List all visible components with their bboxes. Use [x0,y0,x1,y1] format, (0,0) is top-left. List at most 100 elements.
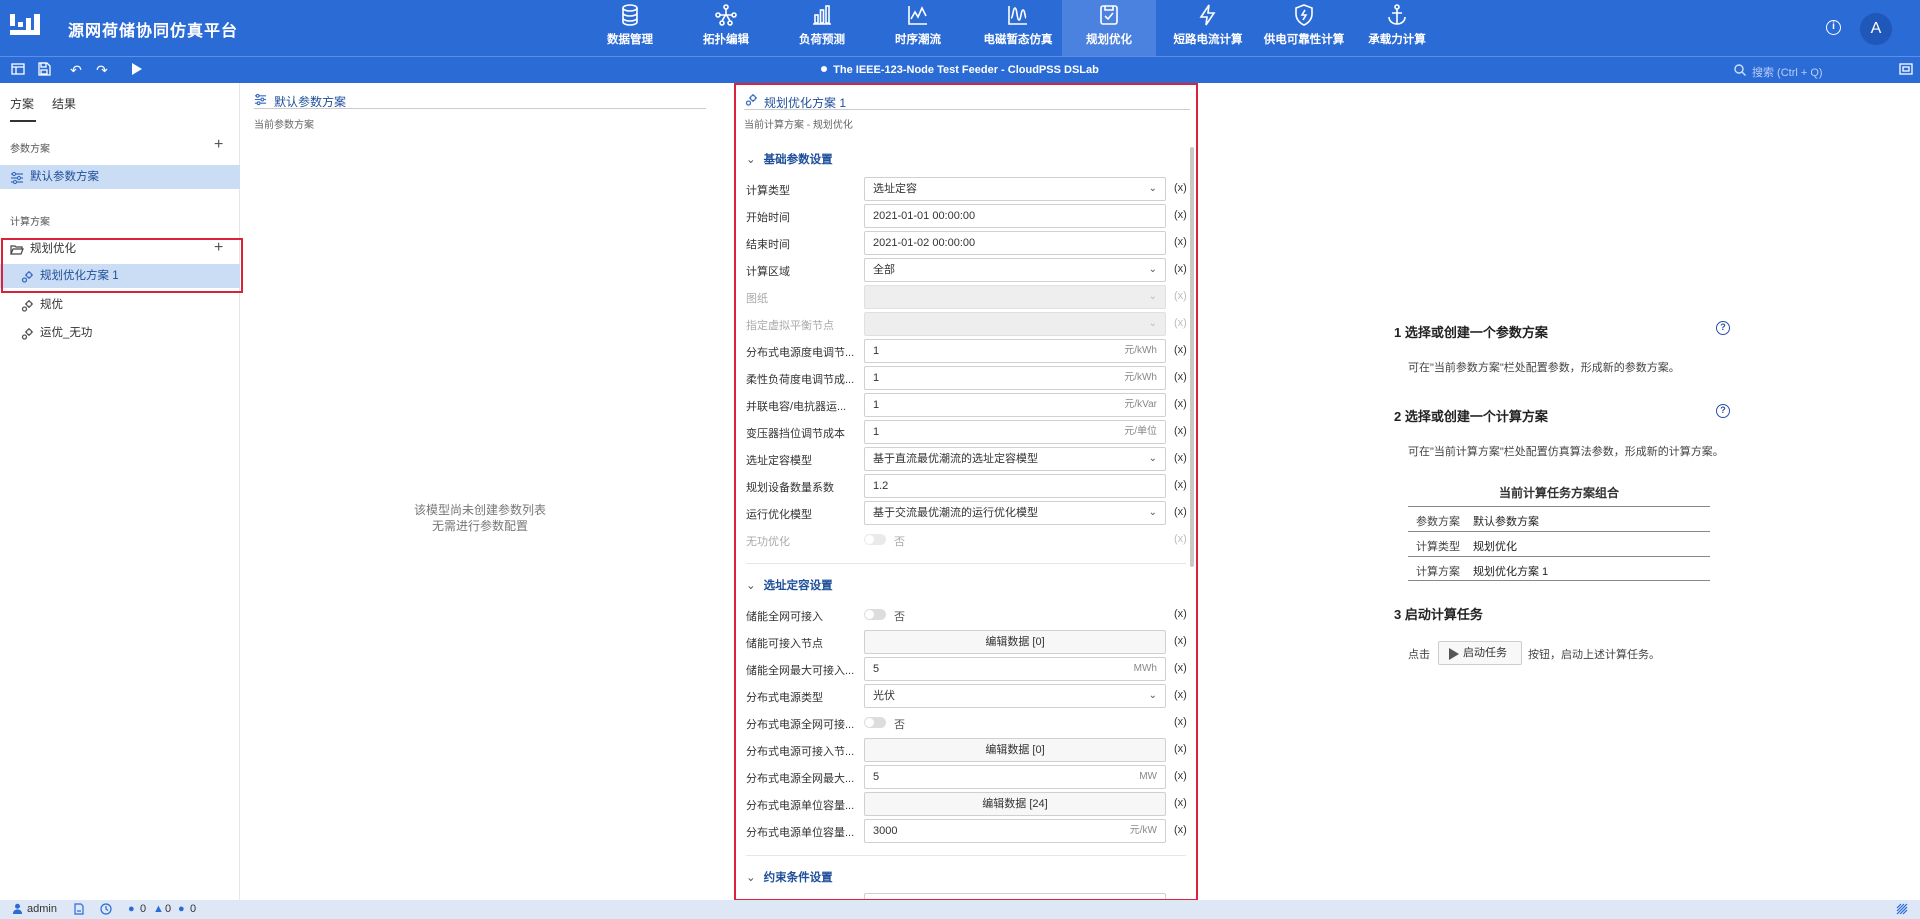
calc-area-select[interactable]: 全部 ⌄ [864,258,1166,282]
edit-data-button[interactable]: 编辑数据 [24] [864,792,1166,816]
fx-button[interactable]: (x) [1174,770,1187,782]
start-time-input[interactable]: 2021-01-01 00:00:00 [864,204,1166,228]
edit-data-button[interactable]: 编辑数据 [0] [864,738,1166,762]
end-time-input[interactable]: 2021-01-02 00:00:00 [864,231,1166,255]
fx-button[interactable]: (x) [1174,506,1187,518]
field-label: 选址定容模型 [746,455,812,467]
fx-button[interactable]: (x) [1174,743,1187,755]
dg-type-select[interactable]: 光伏 ⌄ [864,684,1166,708]
group-label: 基础参数设置 [763,154,833,166]
fx-button[interactable]: (x) [1174,824,1187,836]
storage-all-toggle[interactable] [864,609,886,620]
chevron-down-icon: ⌄ [1148,264,1157,275]
nav-planning-optimization[interactable]: 规划优化 [1062,0,1156,56]
group-constraints[interactable]: ⌄ 约束条件设置 [746,869,833,885]
fx-button[interactable]: (x) [1174,344,1187,356]
fx-button[interactable]: (x) [1174,182,1187,194]
nav-label: 供电可靠性计算 [1263,34,1345,46]
guide-step-3-post: 按钮，启动上述计算任务。 [1528,649,1660,661]
field-unit: MWh [1133,663,1157,674]
edit-data-button[interactable]: 编辑数据 [0] [864,630,1166,654]
fx-button[interactable]: (x) [1174,797,1187,809]
dg-unit-cost-input[interactable]: 3000 元/kW [864,819,1166,843]
flex-load-cost-input[interactable]: 1 元/kWh [864,366,1166,390]
help-icon[interactable]: ? [1716,321,1730,335]
fx-button[interactable]: (x) [1174,263,1187,275]
history-icon[interactable] [100,903,112,915]
sidebar-item-guiyou[interactable]: 规优 [0,293,240,317]
info-icon[interactable]: i [1826,20,1841,35]
info-count[interactable]: 0 [190,903,196,915]
fx-button: (x) [1174,317,1187,329]
fx-button[interactable]: (x) [1174,425,1187,437]
nav-load-forecast[interactable]: 负荷预测 [785,0,859,56]
combo-row: 计算方案 规划优化方案 1 [1408,556,1710,581]
field-device-coef: 规划设备数量系数 1.2 (x) [746,474,1187,498]
fx-button[interactable]: (x) [1174,716,1187,728]
field-label: 图纸 [746,293,768,305]
fx-button[interactable]: (x) [1174,371,1187,383]
field-storage-nodes: 储能可接入节点 编辑数据 [0] (x) [746,630,1187,654]
operation-model-select[interactable]: 基于交流最优潮流的运行优化模型 ⌄ [864,501,1166,525]
warning-count[interactable]: 0 [165,903,171,915]
fx-button[interactable]: (x) [1174,398,1187,410]
add-param-scheme-icon[interactable]: + [214,137,223,153]
tab-scheme[interactable]: 方案 [10,95,34,112]
empty-state: 该模型尚未创建参数列表 无需进行参数配置 [240,502,720,534]
sidebar-item-default-params[interactable]: 默认参数方案 [0,165,240,189]
field-value: 基于直流最优潮流的选址定容模型 [873,453,1038,465]
sidebar-item-label: 规优 [40,299,63,311]
group-siting-settings[interactable]: ⌄ 选址定容设置 [746,577,833,593]
field-unit: 元/kVar [1124,399,1157,410]
tab-results[interactable]: 结果 [52,95,76,112]
field-dg-unit-cap: 分布式电源单位容量... 编辑数据 [24] (x) [746,792,1187,816]
nav-short-circuit[interactable]: 短路电流计算 [1166,0,1250,56]
error-count[interactable]: 0 [140,903,146,915]
guide-step-3-title: 3 启动计算任务 [1394,607,1483,622]
layers-icon[interactable] [1896,903,1908,915]
calc-type-select[interactable]: 选址定容 ⌄ [864,177,1166,201]
sidebar-item-yunyou[interactable]: 运优_无功 [0,321,240,345]
dg-all-toggle[interactable] [864,717,886,728]
device-coef-input[interactable]: 1.2 [864,474,1166,498]
fx-button[interactable]: (x) [1174,209,1187,221]
fx-button[interactable]: (x) [1174,236,1187,248]
field-value: 全部 [873,264,895,276]
search-input[interactable]: 搜索 (Ctrl + Q) [1734,63,1900,79]
fx-button[interactable]: (x) [1174,608,1187,620]
sd-card-icon[interactable] [74,903,86,915]
fullscreen-icon[interactable] [1898,62,1914,78]
document-title-text: The IEEE-123-Node Test Feeder - CloudPSS… [833,64,1099,76]
nav-timeseries-flow[interactable]: 时序潮流 [881,0,955,56]
nav-hosting-capacity[interactable]: 承载力计算 [1360,0,1434,56]
dg-max-input[interactable]: 5 MW [864,765,1166,789]
tap-cost-input[interactable]: 1 元/单位 [864,420,1166,444]
avatar[interactable]: A [1860,13,1892,45]
nav-topology-edit[interactable]: 拓扑编辑 [689,0,763,56]
dg-cost-input[interactable]: 1 元/kWh [864,339,1166,363]
storage-max-input[interactable]: 5 MWh [864,657,1166,681]
nav-data-management[interactable]: 数据管理 [593,0,667,56]
chevron-down-icon: ⌄ [1148,690,1157,701]
field-value: 1.2 [873,480,889,492]
nav-label: 数据管理 [607,34,653,46]
siting-model-select[interactable]: 基于直流最优潮流的选址定容模型 ⌄ [864,447,1166,471]
group-basic-params[interactable]: ⌄ 基础参数设置 [746,151,833,167]
help-icon[interactable]: ? [1716,404,1730,418]
fx-button[interactable]: (x) [1174,635,1187,647]
wave-icon [1008,6,1027,25]
fx-button[interactable]: (x) [1174,689,1187,701]
start-task-button[interactable]: 启动任务 [1438,641,1522,665]
sliders-icon [254,93,268,107]
fx-button[interactable]: (x) [1174,662,1187,674]
scrollbar[interactable] [1190,147,1194,567]
fx-button[interactable]: (x) [1174,479,1187,491]
toggle-label: 否 [894,536,905,548]
username[interactable]: admin [27,903,57,915]
tab-indicator [10,120,36,122]
capacitor-cost-input[interactable]: 1 元/kVar [864,393,1166,417]
nav-em-transient[interactable]: 电磁暂态仿真 [975,0,1061,56]
nav-reliability[interactable]: 供电可靠性计算 [1258,0,1350,56]
nav-label: 拓扑编辑 [703,34,749,46]
fx-button[interactable]: (x) [1174,452,1187,464]
